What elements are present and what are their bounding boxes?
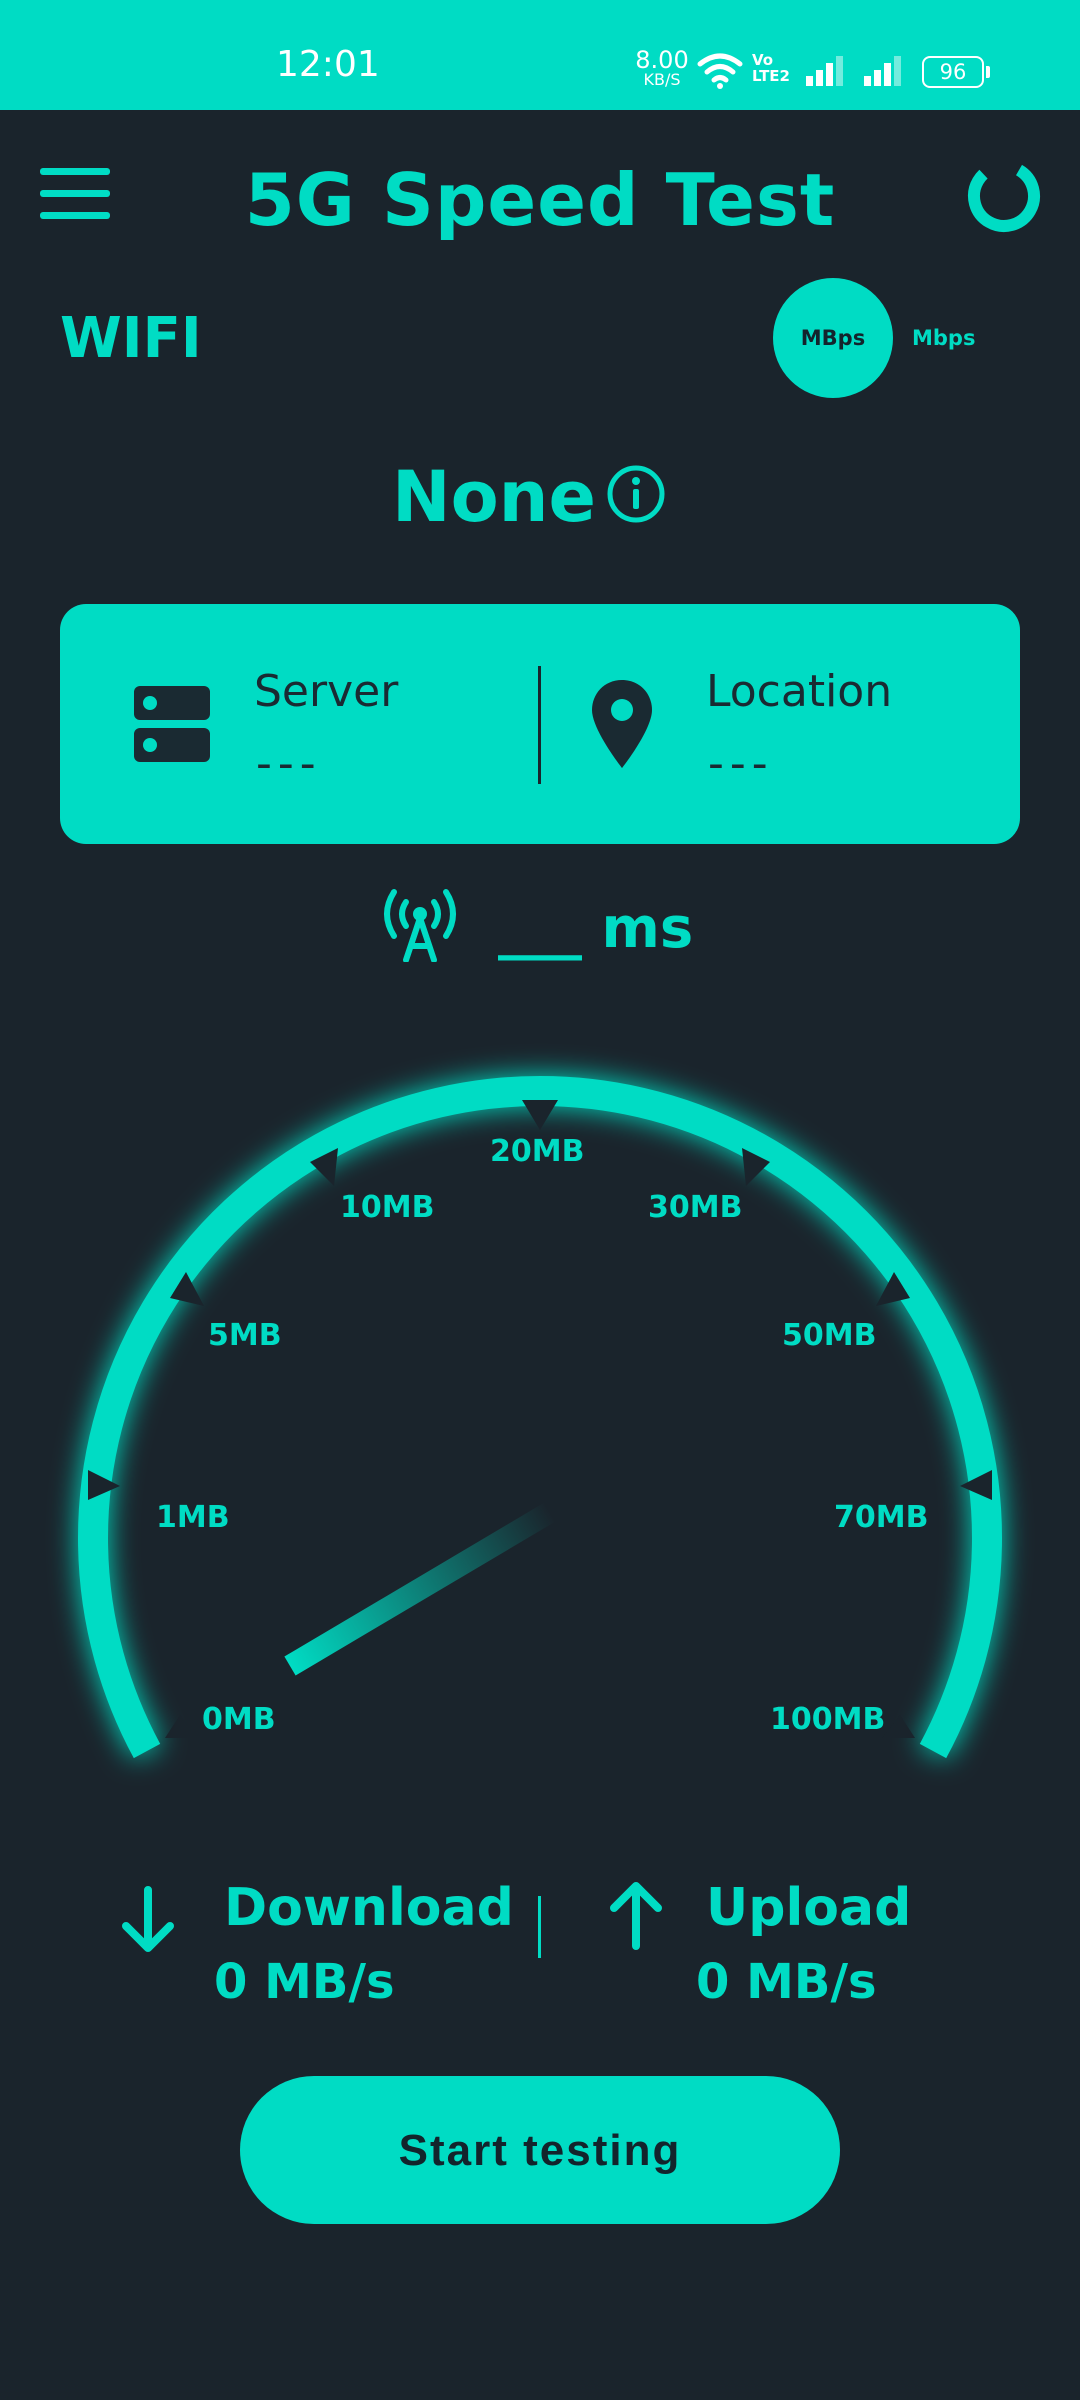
gauge-label-20mb: 20MB (490, 1134, 585, 1169)
gauge-label-1mb: 1MB (156, 1500, 230, 1535)
ping-value: ___ ms (498, 896, 694, 961)
gauge-label-70mb: 70MB (834, 1500, 929, 1535)
gauge-label-0mb: 0MB (202, 1702, 276, 1737)
connection-type-label: WIFI (60, 306, 202, 371)
unit-toggle-mbits[interactable]: Mbps (912, 326, 975, 350)
server-icon (134, 686, 210, 762)
download-value: 0 MB/s (214, 1954, 395, 2010)
battery-indicator: 96 (922, 56, 990, 88)
app-title: 5G Speed Test (244, 158, 836, 242)
network-speed-indicator: 8.00 KB/S (632, 48, 692, 88)
location-value: --- (708, 738, 774, 789)
volte-line1: Vo (752, 51, 774, 69)
status-bar (0, 0, 1080, 110)
volte-line2: LTE2 (752, 67, 790, 85)
info-icon[interactable] (606, 464, 666, 524)
server-label: Server (254, 666, 399, 717)
gauge-label-5mb: 5MB (208, 1318, 282, 1353)
gauge-label-50mb: 50MB (782, 1318, 877, 1353)
stats-divider (538, 1896, 541, 1958)
upload-arrow-icon (610, 1882, 662, 1950)
upload-label: Upload (706, 1878, 912, 1938)
status-time: 12:01 (276, 44, 380, 85)
gauge-label-100mb: 100MB (770, 1702, 886, 1737)
antenna-icon (384, 889, 456, 962)
network-speed-value: 8.00 (635, 46, 689, 74)
gauge-needle (284, 1502, 556, 1676)
unit-toggle-mbytes[interactable]: MBps (773, 278, 893, 398)
volte-indicator: Vo LTE2 (752, 52, 790, 84)
cell-signal-icon-1 (806, 56, 843, 86)
network-speed-unit: KB/S (643, 70, 681, 89)
server-value: --- (256, 738, 322, 789)
location-label: Location (706, 666, 893, 717)
network-name: None (392, 456, 596, 538)
speedometer-gauge (78, 1076, 1002, 1759)
card-divider (538, 666, 541, 784)
gauge-label-10mb: 10MB (340, 1190, 435, 1225)
start-testing-button[interactable]: Start testing (240, 2076, 840, 2224)
wifi-signal-icon (697, 53, 743, 89)
upload-value: 0 MB/s (696, 1954, 877, 2010)
cell-signal-icon-2 (864, 56, 901, 86)
download-label: Download (224, 1878, 514, 1938)
gauge-label-30mb: 30MB (648, 1190, 743, 1225)
refresh-loader-icon[interactable] (964, 156, 1044, 236)
location-pin-icon (592, 680, 652, 768)
download-arrow-icon (122, 1886, 174, 1952)
hamburger-menu-icon[interactable] (40, 168, 110, 220)
